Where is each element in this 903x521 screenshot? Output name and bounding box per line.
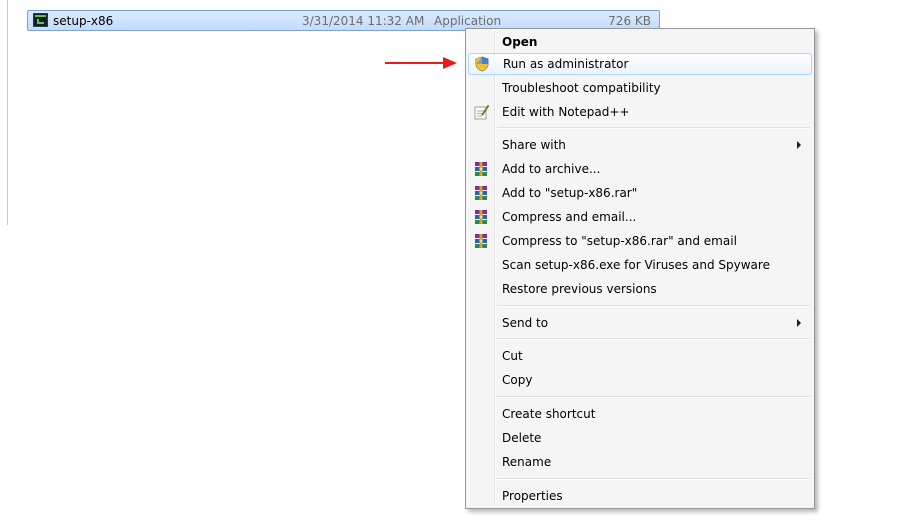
menu-label: Edit with Notepad++: [502, 105, 630, 119]
red-arrow-annotation: [385, 57, 457, 69]
menu-item-rename[interactable]: Rename: [468, 451, 812, 473]
menu-separator: [497, 338, 810, 340]
menu-label: Add to archive...: [502, 162, 601, 176]
notepad-plus-plus-icon: [474, 104, 489, 120]
menu-item-copy[interactable]: Copy: [468, 369, 812, 391]
window-left-border: [7, 0, 8, 225]
menu-item-share-with[interactable]: Share with: [468, 134, 812, 156]
winrar-icon: [475, 234, 487, 248]
menu-label: Rename: [502, 455, 552, 469]
menu-label: Compress and email...: [502, 210, 637, 224]
menu-label: Cut: [502, 349, 523, 363]
winrar-icon: [475, 210, 487, 224]
menu-label: Delete: [502, 431, 542, 445]
menu-label: Add to "setup-x86.rar": [502, 186, 638, 200]
menu-item-troubleshoot-compatibility[interactable]: Troubleshoot compatibility: [468, 77, 812, 99]
menu-label: Scan setup-x86.exe for Viruses and Spywa…: [502, 258, 770, 272]
menu-label: Properties: [502, 489, 563, 503]
menu-item-open[interactable]: Open: [468, 31, 812, 53]
application-icon: [33, 13, 48, 27]
file-size: 726 KB: [608, 14, 651, 28]
context-menu: Open Run as administrator Troubleshoot c…: [465, 28, 815, 509]
uac-shield-icon: [475, 56, 489, 72]
menu-separator: [497, 127, 810, 129]
menu-item-run-as-administrator[interactable]: Run as administrator: [468, 53, 812, 75]
menu-label: Restore previous versions: [502, 282, 657, 296]
menu-item-edit-with-notepad[interactable]: Edit with Notepad++: [468, 101, 812, 123]
menu-item-delete[interactable]: Delete: [468, 427, 812, 449]
menu-item-scan-for-viruses[interactable]: Scan setup-x86.exe for Viruses and Spywa…: [468, 254, 812, 276]
menu-item-compress-to-rar-and-email[interactable]: Compress to "setup-x86.rar" and email: [468, 230, 812, 252]
menu-label: Send to: [502, 316, 549, 330]
menu-label: Copy: [502, 373, 533, 387]
menu-item-send-to[interactable]: Send to: [468, 312, 812, 334]
menu-item-properties[interactable]: Properties: [468, 485, 812, 507]
menu-label: Open: [502, 35, 538, 49]
submenu-arrow-icon: [797, 141, 801, 149]
file-name: setup-x86: [53, 14, 114, 28]
menu-separator: [497, 305, 810, 307]
menu-item-create-shortcut[interactable]: Create shortcut: [468, 403, 812, 425]
winrar-icon: [475, 186, 487, 200]
menu-item-add-to-archive[interactable]: Add to archive...: [468, 158, 812, 180]
file-date-modified: 3/31/2014 11:32 AM: [302, 14, 425, 28]
menu-label: Share with: [502, 138, 566, 152]
file-type: Application: [434, 14, 502, 28]
menu-item-restore-previous-versions[interactable]: Restore previous versions: [468, 278, 812, 300]
menu-item-compress-and-email[interactable]: Compress and email...: [468, 206, 812, 228]
winrar-icon: [475, 162, 487, 176]
menu-label: Troubleshoot compatibility: [502, 81, 661, 95]
menu-separator: [497, 478, 810, 480]
submenu-arrow-icon: [797, 319, 801, 327]
menu-label: Run as administrator: [503, 57, 629, 71]
menu-label: Create shortcut: [502, 407, 596, 421]
menu-label: Compress to "setup-x86.rar" and email: [502, 234, 737, 248]
menu-item-add-to-setup-rar[interactable]: Add to "setup-x86.rar": [468, 182, 812, 204]
menu-separator: [497, 396, 810, 398]
menu-item-cut[interactable]: Cut: [468, 345, 812, 367]
